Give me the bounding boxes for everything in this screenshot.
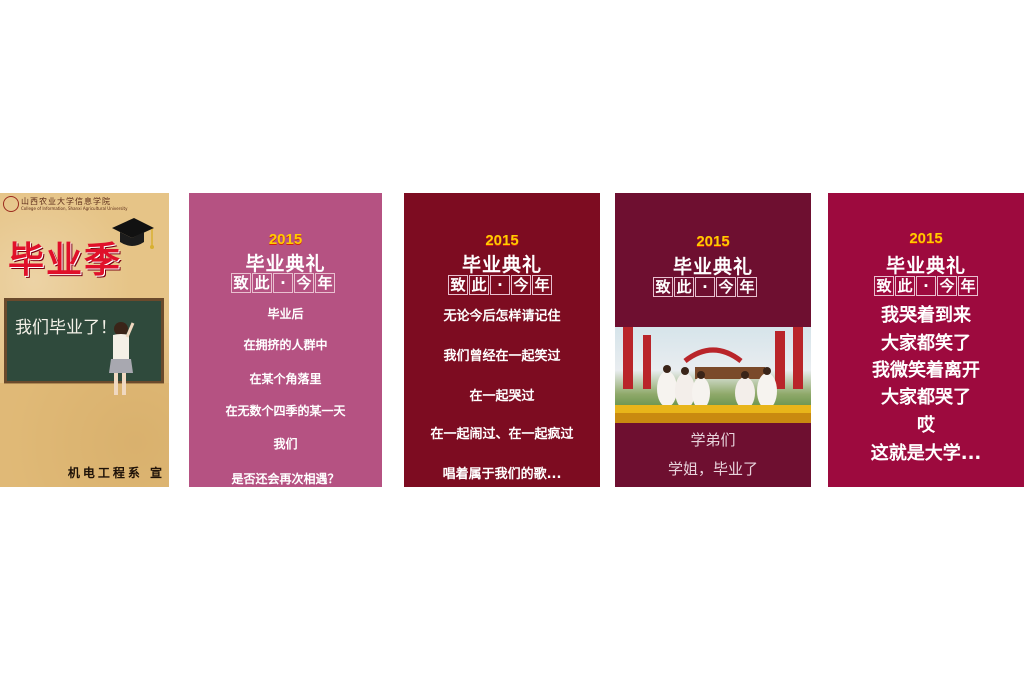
ceremony-title: 毕业典礼 [885, 255, 966, 277]
ceremony-card-pink: 2015 毕业典礼 致 此 · 今 年 毕业后 在拥挤的人群中 在某个角落里 在… [189, 193, 382, 487]
poem-line: 大家都笑了 [881, 333, 971, 354]
motto-char: 致 [448, 275, 468, 295]
ceremony-card-crimson: 2015 毕业典礼 致 此 · 今 年 无论今后怎样请记住 我们曾经在一起笑过 … [404, 193, 600, 487]
motto-char: · [490, 275, 510, 295]
ceremony-card-photo: 2015 毕业典礼 致 此 · 今 年 学弟们 学姐，毕业了 [615, 193, 811, 487]
graduation-cap-icon [112, 218, 154, 249]
motto-char: 此 [252, 273, 272, 293]
poem-line: 我微笑着离开 [872, 360, 980, 381]
headline-title: 毕业季 [8, 240, 123, 281]
motto-char: · [695, 277, 715, 297]
poem-line: 我们 [273, 437, 298, 451]
year-label: 2015 [696, 233, 730, 250]
poem-line: 在无数个四季的某一天 [225, 404, 346, 418]
poster-cover-panel: 山西农业大学信息学院 College of Information, Shanx… [0, 193, 169, 487]
poem-line: 在某个角落里 [249, 372, 322, 386]
ceremony-title: 毕业典礼 [672, 256, 753, 278]
ceremony-card-magenta: 2015 毕业典礼 致 此 · 今 年 我哭着到来 大家都笑了 我微笑着离开 大… [828, 193, 1024, 487]
student-figure-icon [109, 322, 135, 395]
year-label: 2015 [485, 232, 519, 249]
motto-grid: 致 此 · 今 年 [653, 277, 758, 297]
school-logo-icon [3, 196, 19, 212]
poem-line: 唱着属于我们的歌... [442, 467, 562, 482]
motto-char: · [916, 276, 936, 296]
motto-grid: 致 此 · 今 年 [448, 275, 553, 295]
motto-char: 年 [958, 276, 978, 296]
poem-line: 无论今后怎样请记住 [443, 309, 561, 324]
department-signature: 机电工程系 宣 [67, 466, 165, 480]
poem-line: 哎 [917, 415, 935, 436]
motto-char: 今 [294, 273, 314, 293]
motto-char: 此 [895, 276, 915, 296]
year-label: 2015 [268, 231, 303, 248]
motto-char: 致 [653, 277, 673, 297]
poem-line: 我哭着到来 [881, 305, 971, 326]
campus-scene-illustration [615, 327, 811, 423]
ceremony-title: 毕业典礼 [245, 253, 326, 275]
poem-line: 在拥挤的人群中 [243, 338, 328, 352]
graduation-photo [615, 327, 811, 423]
poem-line: 大家都哭了 [881, 387, 971, 408]
poem-line: 这就是大学... [870, 443, 982, 464]
poem-line: 是否还会再次相遇？ [231, 472, 340, 486]
motto-grid: 致 此 · 今 年 [231, 273, 336, 293]
motto-char: 年 [315, 273, 335, 293]
chalkboard: 我们毕业了！ [4, 298, 164, 384]
motto-char: 今 [511, 275, 531, 295]
motto-char: 年 [532, 275, 552, 295]
motto-char: 今 [937, 276, 957, 296]
motto-char: 此 [674, 277, 694, 297]
photo-caption: 学弟们 [690, 431, 736, 449]
poem-line: 我们曾经在一起笑过 [443, 349, 561, 364]
motto-grid: 致 此 · 今 年 [874, 276, 979, 296]
photo-caption: 学姐，毕业了 [667, 460, 758, 478]
year-label: 2015 [909, 230, 943, 247]
motto-char: 致 [874, 276, 894, 296]
poem-line: 在一起闹过、在一起疯过 [430, 427, 574, 442]
motto-char: · [273, 273, 293, 293]
motto-char: 致 [231, 273, 251, 293]
motto-char: 年 [737, 277, 757, 297]
motto-char: 今 [716, 277, 736, 297]
chalkboard-text: 我们毕业了！ [15, 318, 117, 338]
ceremony-title: 毕业典礼 [461, 254, 542, 276]
poem-line: 在一起哭过 [469, 389, 535, 404]
motto-char: 此 [469, 275, 489, 295]
school-name-english: College of Information, Shanxi Agricultu… [21, 206, 128, 211]
poem-line: 毕业后 [267, 307, 304, 321]
